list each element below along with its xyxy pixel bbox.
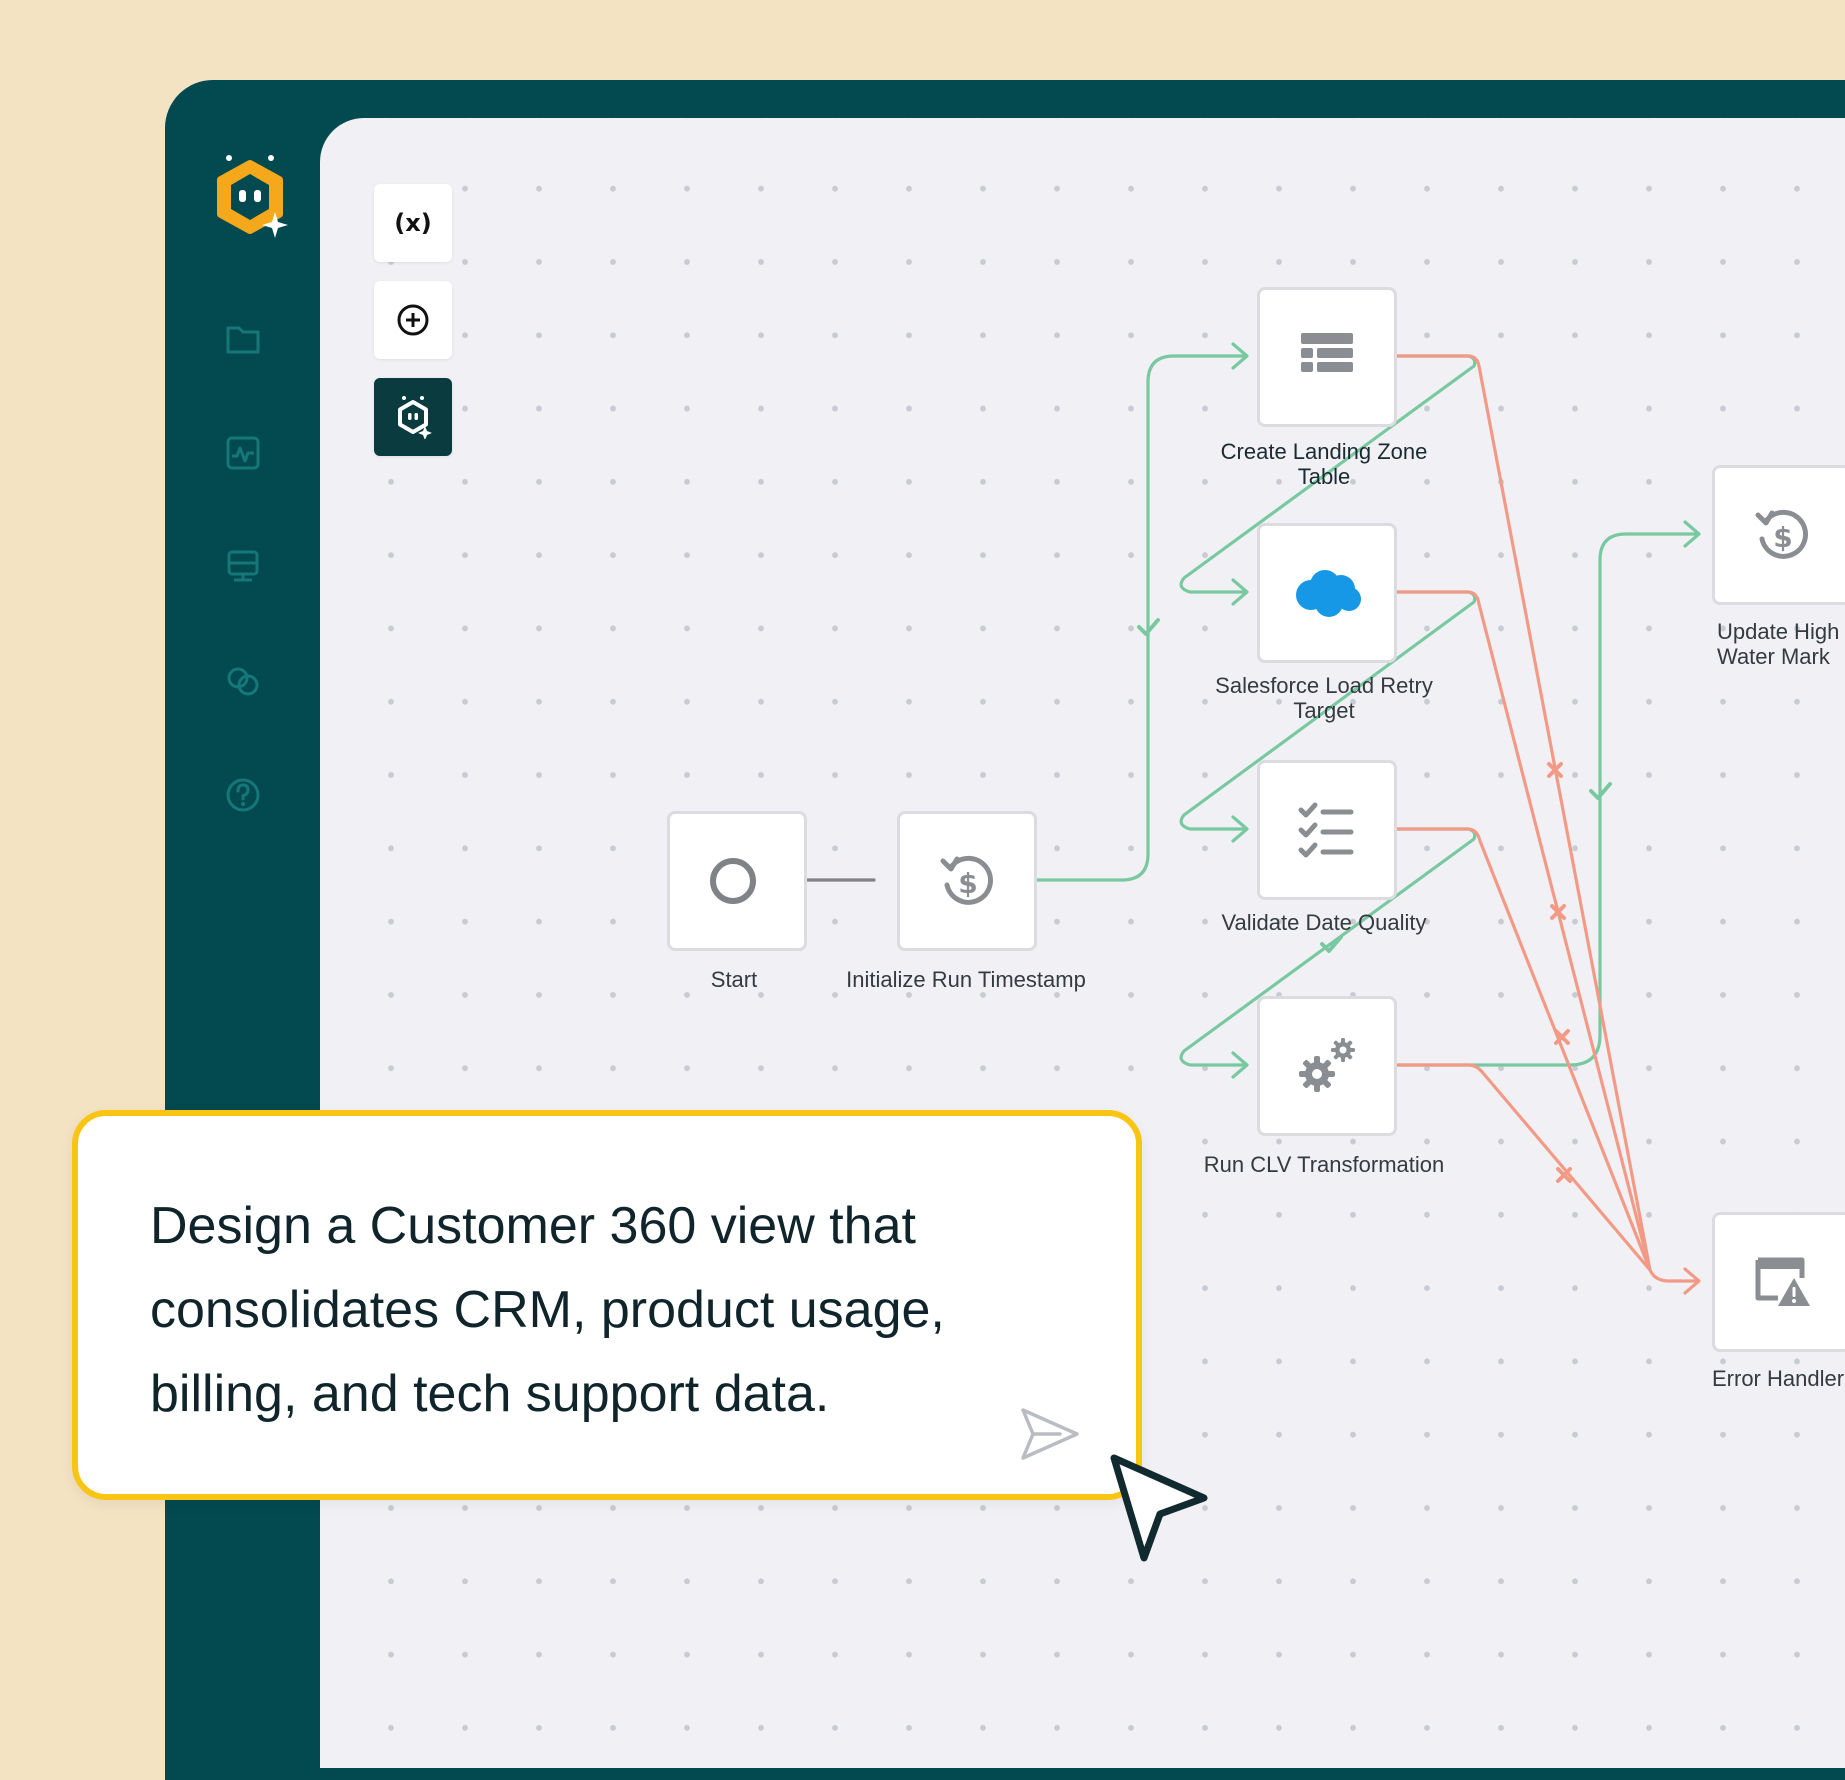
dollar-history-icon: $ <box>1755 509 1808 559</box>
start-node[interactable] <box>667 811 807 951</box>
svg-text:$: $ <box>1773 521 1792 554</box>
svg-text:$: $ <box>958 867 977 900</box>
window-warning-icon <box>1755 1257 1810 1306</box>
high-water-node-label: Update High Water Mark <box>1717 619 1840 669</box>
prompt-input[interactable]: Design a Customer 360 view that consolid… <box>150 1184 1050 1436</box>
checklist-icon <box>1298 802 1354 858</box>
send-icon[interactable] <box>1020 1407 1080 1461</box>
landing-table-node[interactable] <box>1257 287 1397 427</box>
edge-init-to-landing <box>1033 354 1247 882</box>
dollar-history-icon: $ <box>940 855 993 905</box>
start-circle-icon <box>710 858 756 904</box>
gears-icon <box>1299 1038 1355 1092</box>
mouse-pointer-icon <box>1110 1454 1208 1562</box>
salesforce-node-label: Salesforce Load Retry Target <box>1215 673 1433 723</box>
landing-table-node-label: Create Landing Zone Table <box>1220 439 1428 489</box>
validate-node-label: Validate Date Quality <box>1221 910 1427 935</box>
validate-node[interactable] <box>1257 760 1397 900</box>
high-water-node[interactable]: $ <box>1712 465 1845 605</box>
salesforce-node[interactable] <box>1257 523 1397 663</box>
edge-landing-to-error <box>1392 354 1699 1283</box>
clv-node[interactable] <box>1257 996 1397 1136</box>
edge-clv-to-highwater <box>1392 532 1699 1067</box>
table-icon <box>1301 333 1353 372</box>
prompt-card[interactable]: Design a Customer 360 view that consolid… <box>72 1110 1142 1500</box>
error-handler-node[interactable] <box>1712 1212 1845 1352</box>
start-node-label: Start <box>710 967 758 992</box>
salesforce-cloud-icon <box>1296 570 1361 617</box>
edge-validate-to-error <box>1392 827 1652 1272</box>
clv-node-label: Run CLV Transformation <box>1203 1152 1445 1177</box>
init-run-node[interactable]: $ <box>897 811 1037 951</box>
error-handler-node-label: Error Handler <box>1712 1366 1845 1391</box>
init-run-node-label: Initialize Run Timestamp <box>846 967 1086 992</box>
